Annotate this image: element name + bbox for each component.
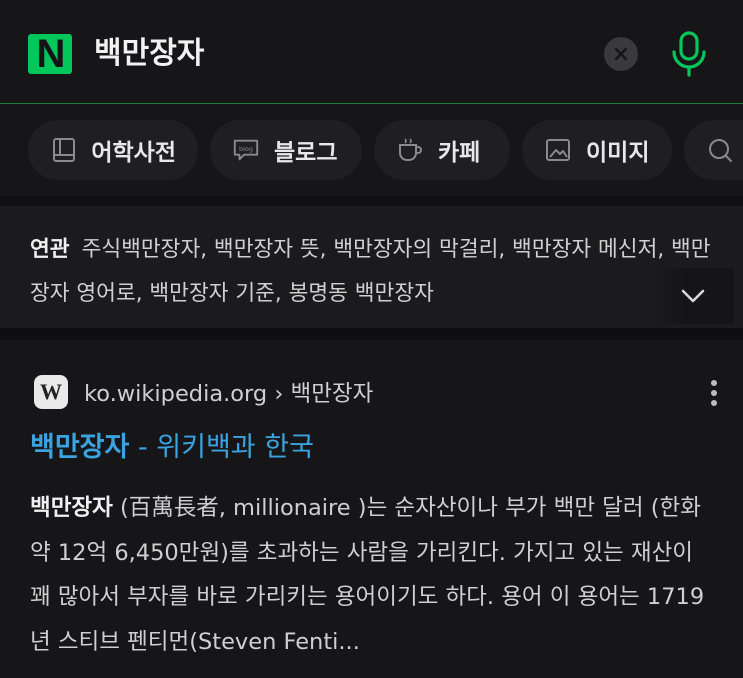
naver-logo[interactable]: N xyxy=(28,34,72,74)
cafe-cup-icon xyxy=(396,136,424,164)
blog-icon-text: blog xyxy=(239,145,253,153)
dictionary-icon xyxy=(50,136,77,164)
blog-icon: blog xyxy=(232,136,260,164)
more-options-icon[interactable] xyxy=(700,376,728,410)
microphone-icon xyxy=(672,31,706,77)
search-bar: N 백만장자 × xyxy=(0,0,743,104)
tab-label: 카페 xyxy=(438,140,481,166)
related-searches: 연관 주식백만장자, 백만장자 뜻, 백만장자의 막걸리, 백만장자 메신저, 백… xyxy=(0,196,743,328)
section-divider xyxy=(0,328,743,340)
expand-related-button[interactable] xyxy=(652,268,734,324)
tab-label: 블로그 xyxy=(274,140,338,166)
result-snippet: 백만장자 (百萬長者, millionaire )는 순자산이나 부가 백만 달… xyxy=(30,486,720,664)
tab-label: 어학사전 xyxy=(91,140,176,166)
tab-image[interactable]: 이미지 xyxy=(522,120,672,180)
image-icon xyxy=(544,136,572,164)
tab-more[interactable]: 지 xyxy=(684,120,743,180)
category-tabs: 어학사전 blog 블로그 카페 이미지 지 xyxy=(0,105,743,196)
search-input[interactable]: 백만장자 xyxy=(94,34,204,74)
logo-letter: N xyxy=(36,32,66,76)
related-searches-text: 연관 주식백만장자, 백만장자 뜻, 백만장자의 막걸리, 백만장자 메신저, 백… xyxy=(30,228,720,316)
clear-search-button[interactable]: × xyxy=(604,37,638,71)
voice-search-button[interactable] xyxy=(668,30,710,78)
snippet-text: (百萬長者, millionaire )는 순자산이나 부가 백만 달러 (한화… xyxy=(30,495,705,655)
favicon-letter: W xyxy=(40,379,62,404)
result-title-keyword: 백만장자 xyxy=(30,432,130,463)
tab-blog[interactable]: blog 블로그 xyxy=(210,120,362,180)
chevron-down-icon xyxy=(681,289,705,303)
result-title-link[interactable]: 백만장자 - 위키백과 한국 xyxy=(30,428,314,468)
result-source[interactable]: W ko.wikipedia.org › 백만장자 xyxy=(34,374,373,410)
related-items[interactable]: 주식백만장자, 백만장자 뜻, 백만장자의 막걸리, 백만장자 메신저, 백만장… xyxy=(30,237,711,306)
search-icon xyxy=(706,136,734,164)
tab-label: 이미지 xyxy=(586,140,650,166)
result-title-rest: - 위키백과 한국 xyxy=(129,432,314,463)
tab-cafe[interactable]: 카페 xyxy=(374,120,510,180)
related-label: 연관 xyxy=(30,237,70,262)
snippet-keyword: 백만장자 xyxy=(30,495,113,521)
wikipedia-icon: W xyxy=(34,375,68,409)
search-result: W ko.wikipedia.org › 백만장자 백만장자 - 위키백과 한국… xyxy=(0,340,743,678)
close-icon: × xyxy=(611,41,631,67)
result-site-url: ko.wikipedia.org › 백만장자 xyxy=(84,381,374,407)
tab-dictionary[interactable]: 어학사전 xyxy=(28,120,198,180)
